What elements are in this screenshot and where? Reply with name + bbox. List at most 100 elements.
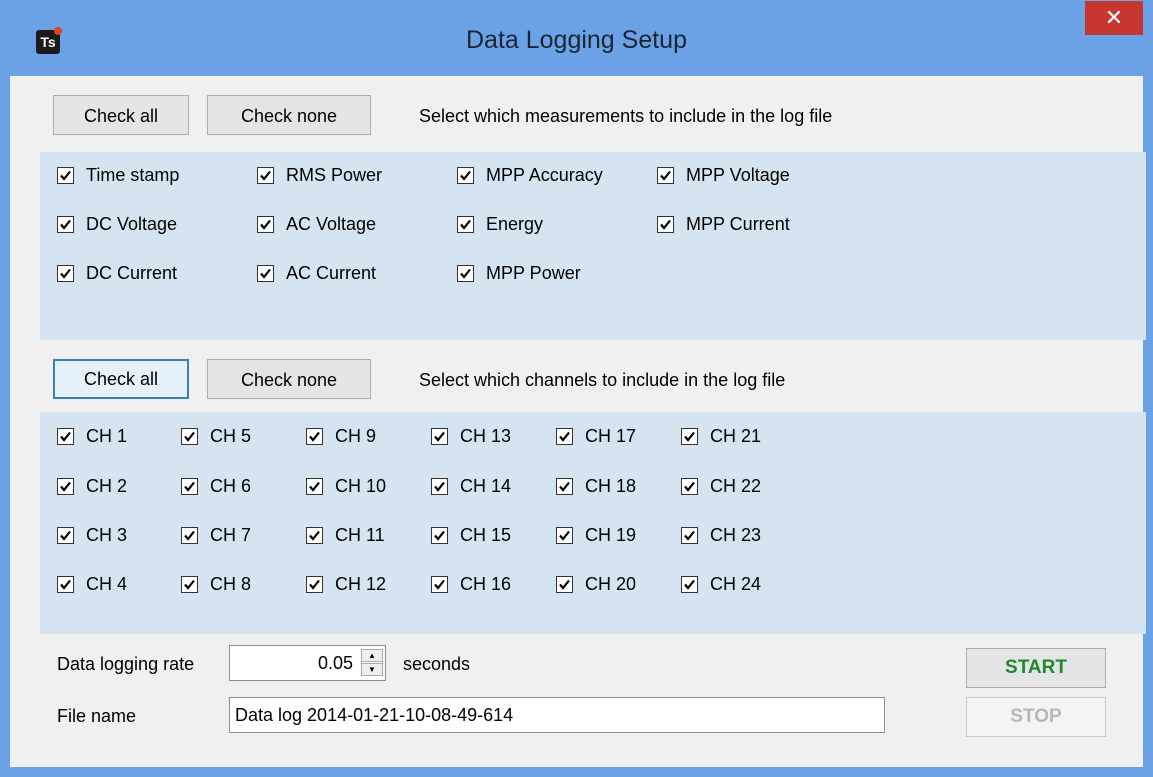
spin-up-icon[interactable]: ▲ xyxy=(361,649,383,662)
checkbox-box[interactable] xyxy=(181,526,198,544)
checkbox-box[interactable] xyxy=(556,575,573,593)
checkbox-time-stamp[interactable]: Time stamp xyxy=(57,163,179,187)
checkbox-ch-1[interactable]: CH 1 xyxy=(57,424,127,448)
checkbox-box[interactable] xyxy=(681,427,698,445)
checkbox-mpp-accuracy[interactable]: MPP Accuracy xyxy=(457,163,603,187)
checkbox-box[interactable] xyxy=(681,526,698,544)
checkbox-box[interactable] xyxy=(57,477,74,495)
checkbox-box[interactable] xyxy=(556,427,573,445)
checkbox-box[interactable] xyxy=(681,477,698,495)
measurements-check-all-button[interactable]: Check all xyxy=(53,95,189,135)
checkbox-label: CH 20 xyxy=(585,573,637,594)
checkbox-mpp-current[interactable]: MPP Current xyxy=(657,212,790,236)
checkbox-box[interactable] xyxy=(306,427,323,445)
checkbox-box[interactable] xyxy=(556,477,573,495)
checkbox-ch-5[interactable]: CH 5 xyxy=(181,424,251,448)
checkbox-box[interactable] xyxy=(257,264,274,282)
checkbox-box[interactable] xyxy=(431,526,448,544)
checkbox-ch-9[interactable]: CH 9 xyxy=(306,424,376,448)
checkbox-box[interactable] xyxy=(657,215,674,233)
checkbox-ac-current[interactable]: AC Current xyxy=(257,261,376,285)
checkbox-box[interactable] xyxy=(57,575,74,593)
checkbox-ac-voltage[interactable]: AC Voltage xyxy=(257,212,376,236)
checkbox-label: RMS Power xyxy=(286,164,383,185)
checkbox-box[interactable] xyxy=(457,215,474,233)
check-icon xyxy=(460,170,471,181)
checkbox-ch-7[interactable]: CH 7 xyxy=(181,523,251,547)
checkbox-mpp-power[interactable]: MPP Power xyxy=(457,261,581,285)
checkbox-label: MPP Power xyxy=(486,262,581,283)
checkbox-box[interactable] xyxy=(556,526,573,544)
checkbox-box[interactable] xyxy=(181,477,198,495)
checkbox-ch-16[interactable]: CH 16 xyxy=(431,572,511,596)
checkbox-box[interactable] xyxy=(257,215,274,233)
checkbox-ch-12[interactable]: CH 12 xyxy=(306,572,386,596)
checkbox-box[interactable] xyxy=(181,575,198,593)
checkbox-box[interactable] xyxy=(57,166,74,184)
checkbox-ch-21[interactable]: CH 21 xyxy=(681,424,761,448)
checkbox-box[interactable] xyxy=(306,477,323,495)
checkbox-box[interactable] xyxy=(657,166,674,184)
checkbox-ch-17[interactable]: CH 17 xyxy=(556,424,636,448)
checkbox-dc-voltage[interactable]: DC Voltage xyxy=(57,212,177,236)
spinner-arrows: ▲ ▼ xyxy=(361,649,383,677)
checkbox-box[interactable] xyxy=(457,264,474,282)
checkbox-mpp-voltage[interactable]: MPP Voltage xyxy=(657,163,790,187)
checkbox-ch-3[interactable]: CH 3 xyxy=(57,523,127,547)
checkbox-box[interactable] xyxy=(431,575,448,593)
checkbox-ch-4[interactable]: CH 4 xyxy=(57,572,127,596)
checkbox-box[interactable] xyxy=(57,427,74,445)
channels-check-all-button[interactable]: Check all xyxy=(53,359,189,399)
checkbox-label: CH 12 xyxy=(335,573,387,594)
logging-rate-value[interactable]: 0.05 xyxy=(318,646,353,680)
checkbox-box[interactable] xyxy=(257,166,274,184)
checkbox-box[interactable] xyxy=(681,575,698,593)
check-icon xyxy=(309,481,320,492)
spin-down-icon[interactable]: ▼ xyxy=(361,663,383,676)
check-icon xyxy=(309,530,320,541)
check-icon xyxy=(660,170,671,181)
checkbox-box[interactable] xyxy=(306,526,323,544)
measurements-check-none-button[interactable]: Check none xyxy=(207,95,371,135)
checkbox-label: CH 14 xyxy=(460,475,512,496)
close-button[interactable]: ✕ xyxy=(1085,1,1143,35)
checkbox-box[interactable] xyxy=(457,166,474,184)
checkbox-ch-18[interactable]: CH 18 xyxy=(556,474,636,498)
checkbox-label: AC Current xyxy=(286,262,377,283)
start-button[interactable]: START xyxy=(966,648,1106,688)
checkbox-ch-11[interactable]: CH 11 xyxy=(306,523,385,547)
checkbox-box[interactable] xyxy=(431,477,448,495)
check-icon xyxy=(559,431,570,442)
logging-rate-spinner[interactable]: 0.05 ▲ ▼ xyxy=(229,645,386,681)
checkbox-ch-8[interactable]: CH 8 xyxy=(181,572,251,596)
checkbox-ch-2[interactable]: CH 2 xyxy=(57,474,127,498)
checkbox-box[interactable] xyxy=(181,427,198,445)
checkbox-rms-power[interactable]: RMS Power xyxy=(257,163,382,187)
checkbox-label: CH 2 xyxy=(86,475,128,496)
window-title: Data Logging Setup xyxy=(465,26,687,54)
checkbox-energy[interactable]: Energy xyxy=(457,212,543,236)
checkbox-ch-14[interactable]: CH 14 xyxy=(431,474,511,498)
checkbox-ch-19[interactable]: CH 19 xyxy=(556,523,636,547)
checkbox-ch-24[interactable]: CH 24 xyxy=(681,572,761,596)
close-icon: ✕ xyxy=(1104,5,1124,30)
checkbox-box[interactable] xyxy=(57,526,74,544)
file-name-input[interactable]: Data log 2014-01-21-10-08-49-614 xyxy=(229,697,885,733)
checkbox-box[interactable] xyxy=(431,427,448,445)
checkbox-ch-23[interactable]: CH 23 xyxy=(681,523,761,547)
channels-check-none-button[interactable]: Check none xyxy=(207,359,371,399)
check-icon xyxy=(184,579,195,590)
checkbox-ch-15[interactable]: CH 15 xyxy=(431,523,511,547)
checkbox-box[interactable] xyxy=(57,264,74,282)
checkbox-ch-6[interactable]: CH 6 xyxy=(181,474,251,498)
checkbox-label: CH 21 xyxy=(710,425,762,446)
checkbox-box[interactable] xyxy=(306,575,323,593)
checkbox-box[interactable] xyxy=(57,215,74,233)
stop-button[interactable]: STOP xyxy=(966,697,1106,737)
checkbox-ch-10[interactable]: CH 10 xyxy=(306,474,386,498)
checkbox-ch-22[interactable]: CH 22 xyxy=(681,474,761,498)
checkbox-ch-13[interactable]: CH 13 xyxy=(431,424,511,448)
checkbox-ch-20[interactable]: CH 20 xyxy=(556,572,636,596)
checkbox-dc-current[interactable]: DC Current xyxy=(57,261,177,285)
check-icon xyxy=(60,219,71,230)
